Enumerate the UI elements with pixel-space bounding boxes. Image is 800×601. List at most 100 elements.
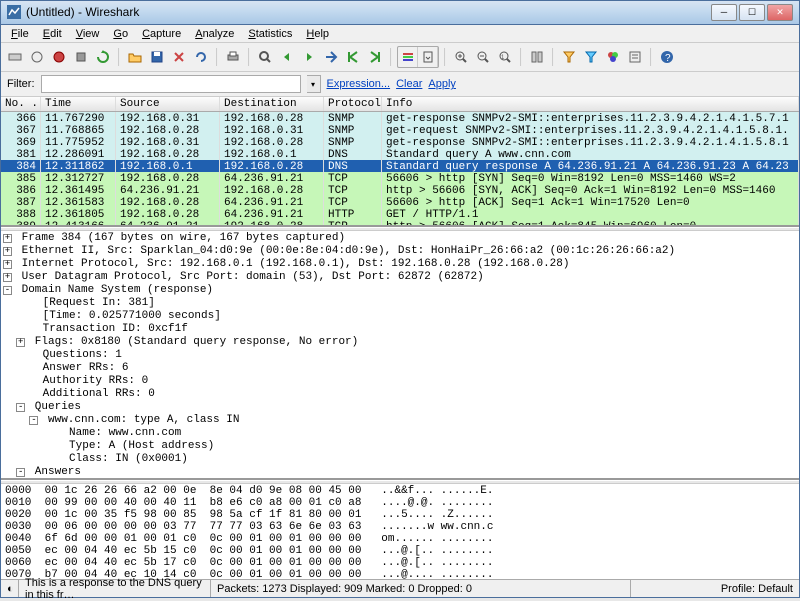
clear-button[interactable]: Clear — [396, 78, 422, 90]
tree-line[interactable]: + Frame 384 (167 bytes on wire, 167 byte… — [3, 232, 797, 245]
tree-line[interactable]: + Ethernet II, Src: Sparklan_04:d0:9e (0… — [3, 245, 797, 258]
expand-icon[interactable]: + — [3, 234, 12, 243]
filter-input[interactable] — [41, 75, 301, 93]
tb-prefs-icon[interactable] — [625, 47, 645, 67]
tb-goto-icon[interactable] — [321, 47, 341, 67]
tb-zoomin-icon[interactable] — [451, 47, 471, 67]
tb-first-icon[interactable] — [343, 47, 363, 67]
hex-line[interactable]: 0060 ec 00 04 40 ec 5b 17 c0 0c 00 01 00… — [5, 557, 795, 569]
tree-line[interactable]: Questions: 1 — [3, 349, 797, 362]
hex-line[interactable]: 0040 6f 6d 00 00 01 00 01 c0 0c 00 01 00… — [5, 533, 795, 545]
tb-autoscroll-icon[interactable] — [418, 47, 438, 67]
status-icon[interactable]: ◐ — [1, 580, 19, 597]
packet-row[interactable]: 38612.36149564.236.91.21192.168.0.28TCPh… — [1, 184, 799, 196]
packet-row[interactable]: 38412.311862192.168.0.1192.168.0.28DNSSt… — [1, 160, 799, 172]
tb-stop-icon[interactable] — [71, 47, 91, 67]
col-header-destination[interactable]: Destination — [220, 97, 324, 111]
tree-line[interactable]: [Time: 0.025771000 seconds] — [3, 310, 797, 323]
expand-icon[interactable]: - — [16, 468, 25, 477]
menu-statistics[interactable]: Statistics — [242, 26, 298, 42]
tree-line[interactable]: + Internet Protocol, Src: 192.168.0.1 (1… — [3, 258, 797, 271]
tb-interfaces-icon[interactable] — [5, 47, 25, 67]
tb-print-icon[interactable] — [223, 47, 243, 67]
tree-line[interactable]: + User Datagram Protocol, Src Port: doma… — [3, 271, 797, 284]
packet-row[interactable]: 36911.775952192.168.0.31192.168.0.28SNMP… — [1, 136, 799, 148]
col-header-source[interactable]: Source — [116, 97, 220, 111]
packet-list-pane[interactable]: No. . Time Source Destination Protocol I… — [1, 97, 799, 227]
tree-line[interactable]: - Queries — [3, 401, 797, 414]
tree-line[interactable]: Type: A (Host address) — [3, 440, 797, 453]
tb-back-icon[interactable] — [277, 47, 297, 67]
close-button[interactable]: ✕ — [767, 4, 793, 21]
tb-zoomout-icon[interactable] — [473, 47, 493, 67]
col-header-info[interactable]: Info — [382, 97, 799, 111]
tree-line[interactable]: Answer RRs: 6 — [3, 362, 797, 375]
tb-restart-icon[interactable] — [93, 47, 113, 67]
tree-line[interactable]: + Flags: 0x8180 (Standard query response… — [3, 336, 797, 349]
tree-line[interactable]: Authority RRs: 0 — [3, 375, 797, 388]
expand-icon[interactable]: + — [3, 247, 12, 256]
tb-start-icon[interactable] — [49, 47, 69, 67]
menu-analyze[interactable]: Analyze — [189, 26, 240, 42]
expand-icon[interactable]: - — [16, 403, 25, 412]
tb-dispfilter-icon[interactable] — [581, 47, 601, 67]
tb-forward-icon[interactable] — [299, 47, 319, 67]
tb-reload-icon[interactable] — [191, 47, 211, 67]
tree-line[interactable]: Transaction ID: 0xcf1f — [3, 323, 797, 336]
tb-coloring-icon[interactable] — [603, 47, 623, 67]
packet-row[interactable]: 38912.41316664.236.91.21192.168.0.28TCPh… — [1, 220, 799, 227]
tb-options-icon[interactable] — [27, 47, 47, 67]
apply-button[interactable]: Apply — [428, 78, 456, 90]
tb-help-icon[interactable]: ? — [657, 47, 677, 67]
tb-open-icon[interactable] — [125, 47, 145, 67]
packet-bytes-pane[interactable]: 0000 00 1c 26 26 66 a2 00 0e 8e 04 d0 9e… — [1, 484, 799, 579]
tree-line[interactable]: Additional RRs: 0 — [3, 388, 797, 401]
expand-icon[interactable]: + — [3, 273, 12, 282]
status-profile[interactable]: Profile: Default — [715, 580, 799, 597]
hex-line[interactable]: 0050 ec 00 04 40 ec 5b 15 c0 0c 00 01 00… — [5, 545, 795, 557]
expand-icon[interactable]: + — [3, 260, 12, 269]
menu-view[interactable]: View — [70, 26, 106, 42]
packet-row[interactable]: 38812.361805192.168.0.2864.236.91.21HTTP… — [1, 208, 799, 220]
expand-icon[interactable]: - — [3, 286, 12, 295]
packet-details-pane[interactable]: + Frame 384 (167 bytes on wire, 167 byte… — [1, 231, 799, 480]
expression-button[interactable]: Expression... — [327, 78, 391, 90]
tb-resize-cols-icon[interactable] — [527, 47, 547, 67]
tree-line[interactable]: - Domain Name System (response) — [3, 284, 797, 297]
tree-line[interactable]: Name: www.cnn.com — [3, 427, 797, 440]
tb-find-icon[interactable] — [255, 47, 275, 67]
filter-dropdown-icon[interactable]: ▾ — [307, 75, 321, 93]
tb-close-icon[interactable] — [169, 47, 189, 67]
menu-edit[interactable]: Edit — [37, 26, 68, 42]
hex-line[interactable]: 0010 00 99 00 00 40 00 40 11 b8 e6 c0 a8… — [5, 497, 795, 509]
packet-row[interactable]: 36611.767290192.168.0.31192.168.0.28SNMP… — [1, 112, 799, 124]
tb-capfilter-icon[interactable] — [559, 47, 579, 67]
tree-line[interactable]: [Request In: 381] — [3, 297, 797, 310]
packet-row[interactable]: 36711.768865192.168.0.28192.168.0.31SNMP… — [1, 124, 799, 136]
packet-row[interactable]: 38112.286091192.168.0.28192.168.0.1DNSSt… — [1, 148, 799, 160]
menu-capture[interactable]: Capture — [136, 26, 187, 42]
packet-row[interactable]: 38712.361583192.168.0.2864.236.91.21TCP5… — [1, 196, 799, 208]
filter-label: Filter: — [7, 78, 35, 90]
menu-go[interactable]: Go — [107, 26, 134, 42]
tb-colorize-icon[interactable] — [398, 47, 418, 67]
col-header-protocol[interactable]: Protocol — [324, 97, 382, 111]
hex-line[interactable]: 0030 00 06 00 00 00 00 03 77 77 77 03 63… — [5, 521, 795, 533]
tree-line[interactable]: - www.cnn.com: type A, class IN — [3, 414, 797, 427]
menu-file[interactable]: File — [5, 26, 35, 42]
hex-line[interactable]: 0020 00 1c 00 35 f5 98 00 85 98 5a cf 1f… — [5, 509, 795, 521]
col-header-time[interactable]: Time — [41, 97, 116, 111]
hex-line[interactable]: 0000 00 1c 26 26 66 a2 00 0e 8e 04 d0 9e… — [5, 485, 795, 497]
col-header-no[interactable]: No. . — [1, 97, 41, 111]
packet-row[interactable]: 38512.312727192.168.0.2864.236.91.21TCP5… — [1, 172, 799, 184]
expand-icon[interactable]: - — [29, 416, 38, 425]
expand-icon[interactable]: + — [16, 338, 25, 347]
tb-zoom100-icon[interactable]: 1 — [495, 47, 515, 67]
tb-save-icon[interactable] — [147, 47, 167, 67]
minimize-button[interactable]: ─ — [711, 4, 737, 21]
tree-line[interactable]: - Answers — [3, 466, 797, 479]
tree-line[interactable]: Class: IN (0x0001) — [3, 453, 797, 466]
maximize-button[interactable]: ☐ — [739, 4, 765, 21]
menu-help[interactable]: Help — [300, 26, 335, 42]
tb-last-icon[interactable] — [365, 47, 385, 67]
